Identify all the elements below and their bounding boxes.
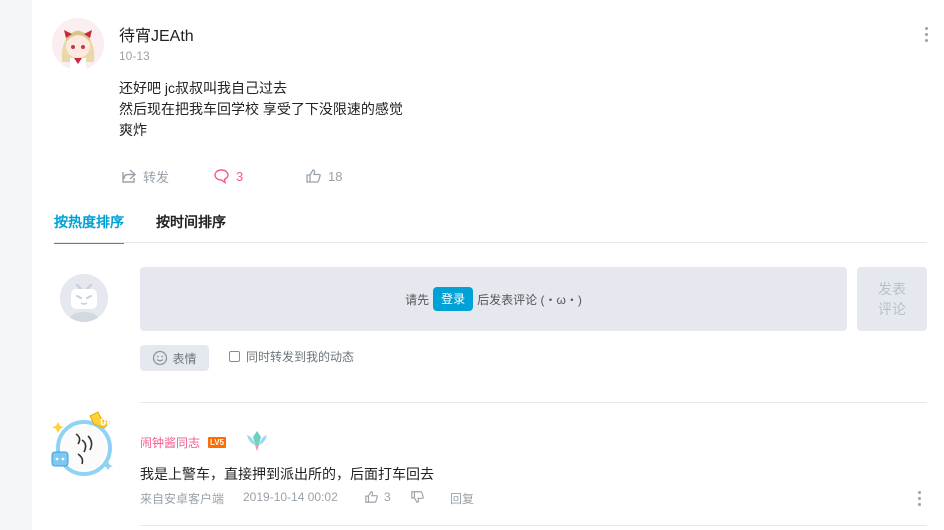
like-count: 18 [328,168,343,184]
avatar-with-frame-image: UP [51,411,113,476]
comment-count: 3 [236,168,244,184]
post-content-line: 爽炸 [119,122,147,138]
comment-more-icon[interactable] [914,491,924,507]
commenter-name[interactable]: 闹钟酱同志 [140,434,200,451]
guest-avatar [60,274,108,322]
post-date: 10-13 [119,49,150,63]
comment-time: 2019-10-14 00:02 [243,490,338,504]
repost-label: 同时转发到我的动态 [246,350,355,364]
login-prompt-suffix: 后发表评论 (・ω・) [477,292,582,307]
login-button[interactable]: 登录 [433,287,474,311]
post-more-icon[interactable] [921,27,931,49]
tab-sort-by-hot[interactable]: 按热度排序 [54,212,124,244]
post-content-line: 然后现在把我车回学校 享受了下没限速的感觉 [119,101,403,117]
tv-mascot-icon [60,274,108,322]
tab-sort-by-time[interactable]: 按时间排序 [156,212,226,232]
submit-comment-button[interactable]: 发表 评论 [857,267,927,331]
emoji-label: 表情 [172,351,197,366]
share-icon [122,169,137,183]
svg-text:UP: UP [100,418,112,427]
comment-source: 来自安卓客户端 [140,492,225,506]
tabs-divider [54,242,927,243]
thumb-up-icon [306,169,321,183]
comment-text: 我是上警车，直接押到派出所的，后面打车回去 [140,466,434,482]
share-label: 转发 [143,169,170,185]
repost-option[interactable]: 同时转发到我的动态 [229,348,354,365]
share-button[interactable]: 转发 [121,167,169,185]
emoji-button[interactable]: 表情 [140,345,209,371]
login-prompt-prefix: 请先 [405,292,430,307]
smiley-icon [153,350,168,366]
comment-divider [140,525,927,526]
comment-like-count: 3 [384,490,391,504]
user-level-badge: LV5 [208,437,227,448]
composer-divider [140,402,927,403]
anime-avatar-image [52,18,104,70]
repost-checkbox[interactable] [229,351,240,362]
fan-medal-icon [243,427,271,455]
comment-like-button[interactable]: 3 [364,490,391,504]
commenter-avatar[interactable]: UP [48,410,120,482]
post-author-name[interactable]: 待宵JEAth [119,22,194,46]
like-button[interactable]: 18 [305,167,342,185]
post-content: 还好吧 jc叔叔叫我自己过去 然后现在把我车回学校 享受了下没限速的感觉 爽炸 [119,78,403,141]
thumb-down-icon [411,491,424,503]
comment-dislike-button[interactable] [410,490,425,504]
comment-bubble-icon [214,169,229,184]
thumb-up-icon [365,491,378,503]
comment-button[interactable]: 3 [213,167,243,185]
comment-input-box[interactable]: 请先 登录 后发表评论 (・ω・) [140,267,847,331]
submit-label-line1: 发表 [878,281,906,297]
post-content-line: 还好吧 jc叔叔叫我自己过去 [119,80,287,96]
reply-button[interactable]: 回复 [450,490,474,507]
post-author-avatar[interactable] [52,18,104,70]
submit-label-line2: 评论 [878,301,906,317]
